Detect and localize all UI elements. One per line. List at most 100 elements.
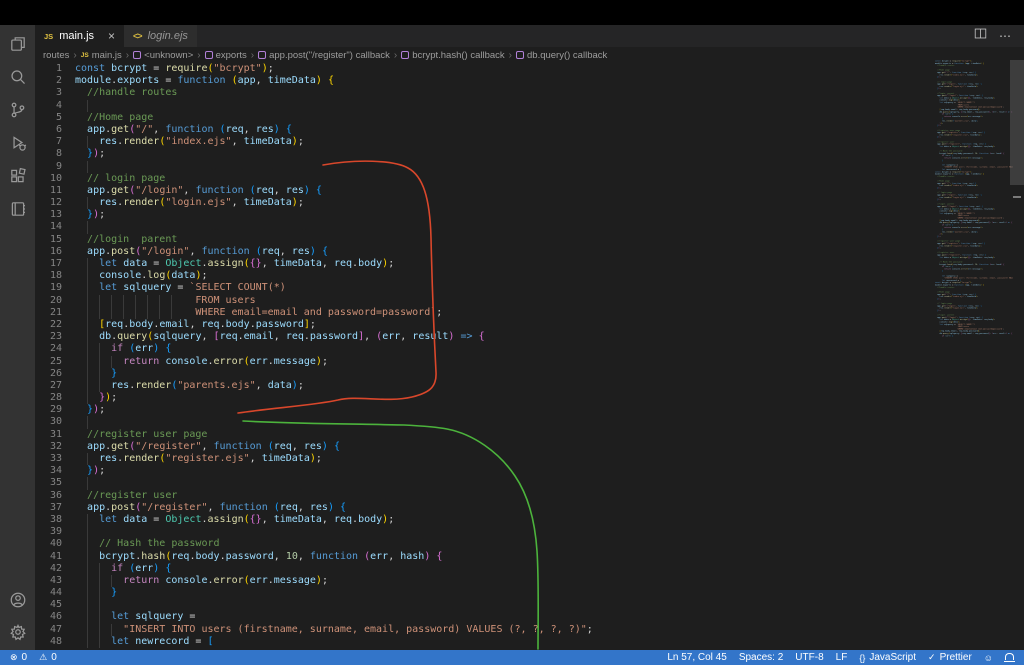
code-line[interactable]: 23 db.query(sqlquery, [req.email, req.pa…	[35, 331, 1024, 343]
code-line[interactable]: 8 });	[35, 148, 1024, 160]
code-line[interactable]: 38 let data = Object.assign({}, timeData…	[35, 514, 1024, 526]
code-line[interactable]: 10 // login page	[35, 173, 1024, 185]
breadcrumb-item[interactable]: routes	[43, 50, 69, 61]
code-line[interactable]: 15 //login parent	[35, 234, 1024, 246]
code-line[interactable]: 47 "INSERT INTO users (firstname, surnam…	[35, 624, 1024, 636]
code-line[interactable]: 18 console.log(data);	[35, 270, 1024, 282]
code-line-text: });	[75, 209, 105, 221]
code-line[interactable]: 42 if (err) {	[35, 563, 1024, 575]
status-item[interactable]: Ln 57, Col 45	[667, 652, 727, 663]
code-line[interactable]: 26 }	[35, 368, 1024, 380]
warning-status-item[interactable]: ⚠0	[39, 652, 57, 663]
code-line[interactable]: 9	[35, 161, 1024, 173]
breadcrumb-item[interactable]: <unknown>	[133, 50, 193, 61]
error-status-item[interactable]: ⊗0	[10, 652, 27, 663]
code-line-text: let newrecord = [	[75, 636, 214, 648]
breadcrumb-item[interactable]: db.query() callback	[516, 50, 607, 61]
code-line-text: //Home page	[75, 112, 153, 124]
breadcrumb-item[interactable]: bcrypt.hash() callback	[401, 50, 504, 61]
extensions-icon[interactable]	[8, 166, 28, 186]
code-line[interactable]: 25 return console.error(err.message);	[35, 356, 1024, 368]
line-number: 24	[35, 343, 62, 355]
code-line[interactable]: 36 //register user	[35, 490, 1024, 502]
code-line[interactable]: 32 app.get("/register", function (req, r…	[35, 441, 1024, 453]
code-line[interactable]: 19 let sqlquery = `SELECT COUNT(*)	[35, 282, 1024, 294]
code-line[interactable]: 12 res.render("login.ejs", timeData);	[35, 197, 1024, 209]
feedback-status-item[interactable]: ☺	[984, 653, 993, 663]
breadcrumb-item[interactable]: exports	[205, 50, 247, 61]
code-line-text: // login page	[75, 173, 165, 185]
code-line[interactable]: 41 bcrypt.hash(req.body.password, 10, fu…	[35, 551, 1024, 563]
code-line[interactable]: 30	[35, 416, 1024, 428]
code-editor[interactable]: 1const bcrypt = require("bcrypt");2modul…	[35, 63, 1024, 650]
code-line[interactable]: 3 //handle routes	[35, 87, 1024, 99]
status-item[interactable]: LF	[836, 652, 848, 663]
code-line[interactable]: 5 //Home page	[35, 112, 1024, 124]
status-item[interactable]: Spaces: 2	[739, 652, 783, 663]
line-number: 43	[35, 575, 62, 587]
line-number: 22	[35, 319, 62, 331]
breadcrumb-item[interactable]: app.post("/register") callback	[258, 50, 390, 61]
code-line[interactable]: 35	[35, 477, 1024, 489]
code-line-text: res.render("register.ejs", timeData);	[75, 453, 322, 465]
close-icon[interactable]: ×	[108, 29, 115, 43]
source-control-icon[interactable]	[8, 100, 28, 120]
code-line[interactable]: 21 WHERE email=email and password=passwo…	[35, 307, 1024, 319]
run-debug-icon[interactable]	[8, 133, 28, 153]
settings-gear-icon[interactable]	[8, 622, 28, 642]
tab-main-js[interactable]: JS main.js ×	[35, 25, 124, 47]
code-line[interactable]: 6 app.get("/", function (req, res) {	[35, 124, 1024, 136]
code-line[interactable]: 48 let newrecord = [	[35, 636, 1024, 648]
braces-status-item[interactable]: {}JavaScript	[859, 652, 916, 663]
code-line[interactable]: 2module.exports = function (app, timeDat…	[35, 75, 1024, 87]
code-line-text: db.query(sqlquery, [req.email, req.passw…	[75, 331, 485, 343]
breadcrumb[interactable]: routes›JSmain.js›<unknown>›exports›app.p…	[35, 47, 1024, 63]
code-line[interactable]: 45	[35, 599, 1024, 611]
code-line[interactable]: 22 [req.body.email, req.body.password];	[35, 319, 1024, 331]
code-line[interactable]: 44 }	[35, 587, 1024, 599]
notebook-icon[interactable]	[8, 199, 28, 219]
code-line-text: app.get("/register", function (req, res)…	[75, 441, 340, 453]
check-status-item[interactable]: ✓Prettier	[928, 652, 972, 663]
breadcrumb-label: db.query() callback	[527, 50, 607, 61]
code-line[interactable]: 1const bcrypt = require("bcrypt");	[35, 63, 1024, 75]
code-line[interactable]: 34 });	[35, 465, 1024, 477]
code-line[interactable]: 20 FROM users	[35, 295, 1024, 307]
code-line[interactable]: 37 app.post("/register", function (req, …	[35, 502, 1024, 514]
code-line[interactable]: 39	[35, 526, 1024, 538]
code-line[interactable]: 7 res.render("index.ejs", timeData);	[35, 136, 1024, 148]
search-icon[interactable]	[8, 67, 28, 87]
code-line[interactable]: 27 res.render("parents.ejs", data);	[35, 380, 1024, 392]
bell-status-item[interactable]	[1005, 654, 1014, 661]
code-line[interactable]: 4	[35, 100, 1024, 112]
split-editor-icon[interactable]	[974, 27, 987, 45]
status-item[interactable]: UTF-8	[795, 652, 823, 663]
code-line[interactable]: 28 });	[35, 392, 1024, 404]
code-line[interactable]: 40 // Hash the password	[35, 538, 1024, 550]
account-icon[interactable]	[8, 590, 28, 610]
minimap[interactable]: const bcrypt = require("bcrypt");module.…	[935, 60, 1013, 342]
line-number: 13	[35, 209, 62, 221]
vertical-scrollbar[interactable]	[1010, 25, 1024, 650]
code-line[interactable]: 13 });	[35, 209, 1024, 221]
code-line[interactable]: 14	[35, 221, 1024, 233]
explorer-icon[interactable]	[8, 34, 28, 54]
line-number: 3	[35, 87, 62, 99]
code-line[interactable]: 24 if (err) {	[35, 343, 1024, 355]
scrollbar-thumb[interactable]	[1010, 60, 1024, 185]
line-number: 16	[35, 246, 62, 258]
code-line-text: app.post("/login", function (req, res) {	[75, 246, 328, 258]
code-line[interactable]: 33 res.render("register.ejs", timeData);	[35, 453, 1024, 465]
code-line[interactable]: 46 let sqlquery =	[35, 611, 1024, 623]
code-line[interactable]: 16 app.post("/login", function (req, res…	[35, 246, 1024, 258]
line-number: 9	[35, 161, 62, 173]
code-line[interactable]: 11 app.get("/login", function (req, res)…	[35, 185, 1024, 197]
code-line-text: if (err) {	[75, 563, 171, 575]
code-line[interactable]: 43 return console.error(err.message);	[35, 575, 1024, 587]
line-number: 34	[35, 465, 62, 477]
breadcrumb-item[interactable]: JSmain.js	[81, 50, 122, 61]
code-line[interactable]: 31 //register user page	[35, 429, 1024, 441]
code-line[interactable]: 17 let data = Object.assign({}, timeData…	[35, 258, 1024, 270]
tab-login-ejs[interactable]: <> login.ejs	[124, 25, 197, 47]
code-line[interactable]: 29 });	[35, 404, 1024, 416]
